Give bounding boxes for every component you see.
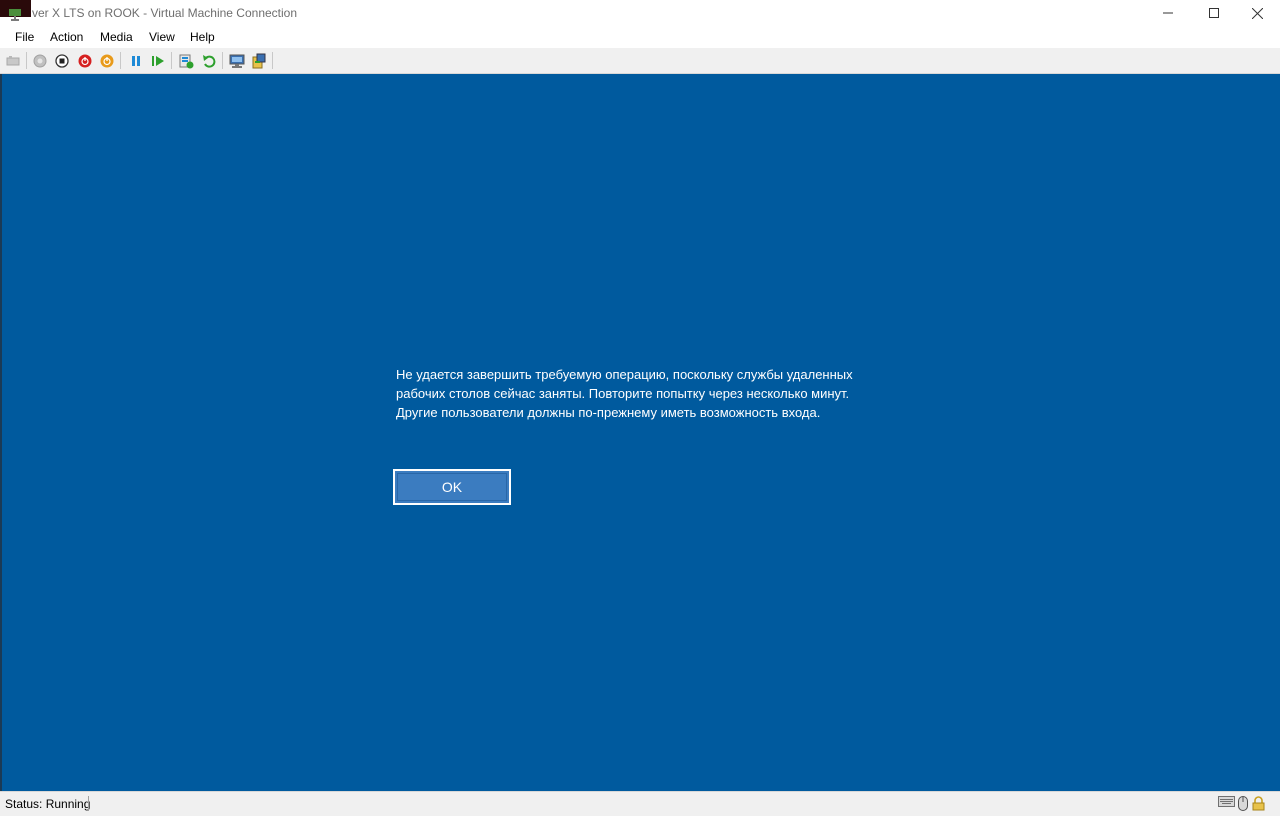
revert-button[interactable]	[200, 52, 218, 70]
error-message: Не удается завершить требуемую операцию,…	[396, 365, 916, 422]
keyboard-icon	[1218, 796, 1235, 807]
revert-icon	[203, 55, 216, 68]
keyboard-indicator	[1218, 796, 1235, 807]
toolbar-separator	[120, 52, 121, 69]
turn-off-button[interactable]	[53, 52, 71, 70]
lock-indicator	[1252, 796, 1265, 811]
minimize-icon	[1163, 12, 1173, 14]
start-icon	[33, 54, 47, 68]
title-bar[interactable]: ver X LTS on ROOK - Virtual Machine Conn…	[0, 0, 1280, 26]
menu-file[interactable]: File	[15, 30, 34, 44]
menu-help[interactable]: Help	[190, 30, 215, 44]
ok-button[interactable]: OK	[393, 469, 511, 505]
pause-icon	[132, 56, 140, 66]
maximize-icon	[1209, 8, 1219, 18]
lock-icon	[1252, 796, 1265, 811]
start-button[interactable]	[31, 52, 49, 70]
ctrl-alt-del-button[interactable]	[4, 52, 22, 70]
status-separator	[88, 796, 89, 811]
menu-bar: File Action Media View Help	[0, 26, 1280, 48]
vm-display[interactable]: Не удается завершить требуемую операцию,…	[0, 74, 1280, 791]
ok-button-label: OK	[397, 473, 507, 501]
toolbar-separator	[222, 52, 223, 69]
menu-view[interactable]: View	[149, 30, 175, 44]
menu-media[interactable]: Media	[100, 30, 133, 44]
share-icon	[252, 53, 266, 69]
mouse-icon	[1238, 796, 1248, 811]
minimize-button[interactable]	[1145, 0, 1191, 26]
ctrl-alt-del-icon	[6, 56, 20, 66]
toolbar-separator	[272, 52, 273, 69]
enhanced-session-icon	[229, 54, 245, 68]
toolbar-separator	[171, 52, 172, 69]
message-line: Не удается завершить требуемую операцию,…	[396, 367, 853, 382]
toolbar	[0, 48, 1280, 74]
mouse-indicator	[1238, 796, 1248, 811]
reset-button[interactable]	[149, 52, 167, 70]
maximize-button[interactable]	[1191, 0, 1237, 26]
shut-down-button[interactable]	[76, 52, 94, 70]
enhanced-session-button[interactable]	[228, 52, 246, 70]
checkpoint-button[interactable]	[177, 52, 195, 70]
message-line: рабочих столов сейчас заняты. Повторите …	[396, 386, 850, 401]
status-text: Status: Running	[5, 797, 91, 811]
share-button[interactable]	[250, 52, 268, 70]
close-button[interactable]	[1234, 0, 1280, 26]
status-bar: Status: Running	[0, 791, 1280, 816]
turn-off-icon	[55, 54, 69, 68]
pause-button[interactable]	[127, 52, 145, 70]
message-line: Другие пользователи должны по-прежнему и…	[396, 405, 821, 420]
menu-action[interactable]: Action	[50, 30, 83, 44]
window-title: ver X LTS on ROOK - Virtual Machine Conn…	[32, 6, 298, 20]
save-button[interactable]	[98, 52, 116, 70]
reset-icon	[152, 56, 164, 66]
toolbar-separator	[26, 52, 27, 69]
close-icon	[1251, 7, 1263, 19]
save-icon	[100, 54, 114, 68]
checkpoint-icon	[179, 54, 193, 68]
vm-app-icon	[9, 9, 21, 21]
shut-down-icon	[78, 54, 92, 68]
vm-display-edge	[0, 74, 2, 791]
vm-connection-window: ver X LTS on ROOK - Virtual Machine Conn…	[0, 0, 1280, 816]
